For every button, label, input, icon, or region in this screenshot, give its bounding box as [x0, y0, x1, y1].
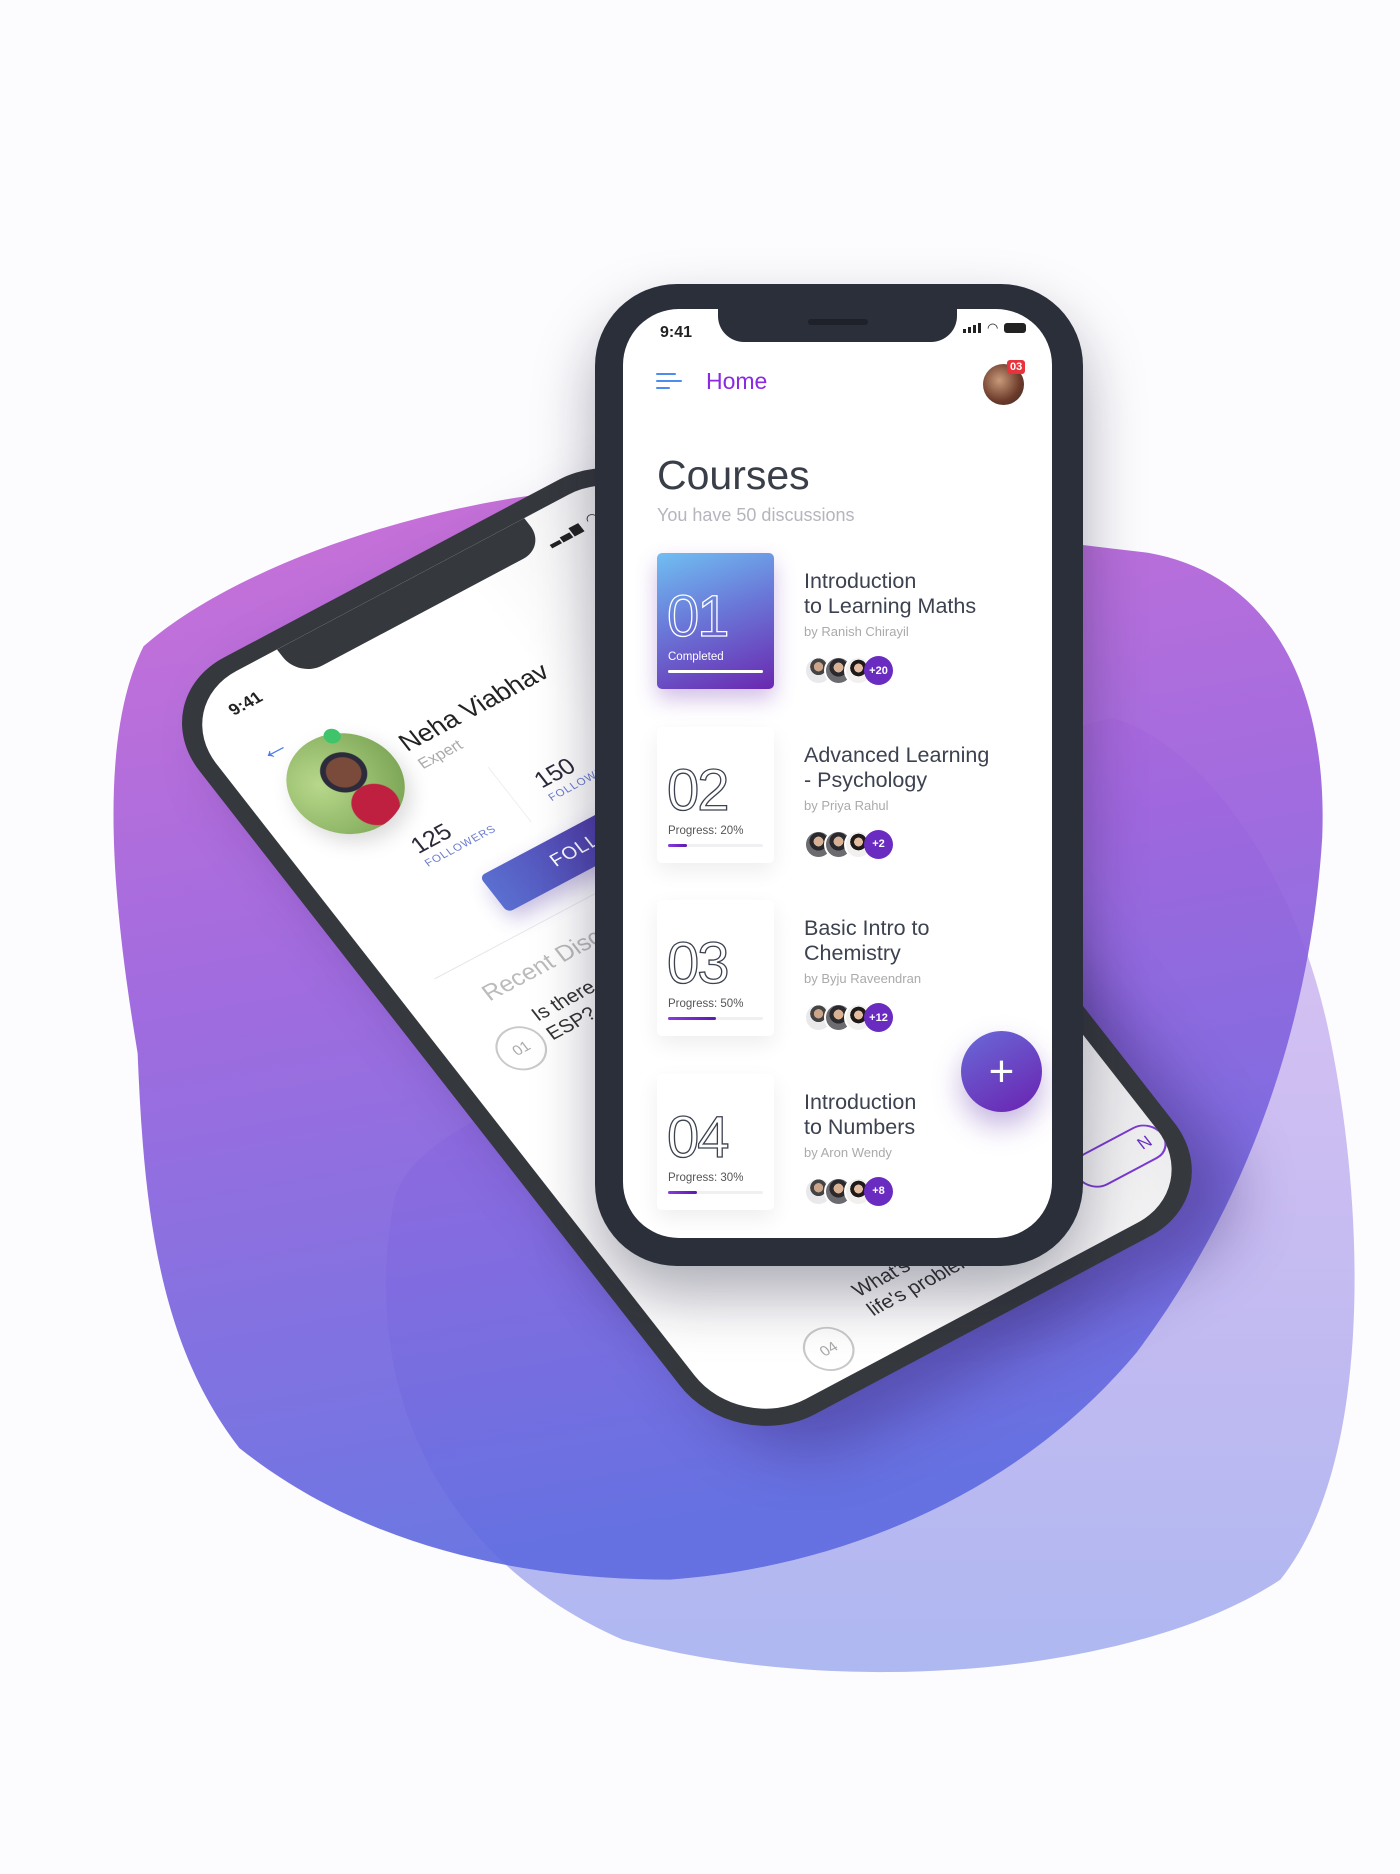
participant-count: +12: [864, 1003, 893, 1032]
status-time: 9:41: [660, 324, 693, 341]
course-number: 04: [666, 1104, 730, 1170]
courses-screen: 9:41 ◠ Home 03 Courses You have 50 discu…: [623, 309, 1052, 1238]
participant-count: +20: [864, 656, 893, 685]
course-card[interactable]: 03 Progress: 50%: [657, 900, 774, 1036]
course-status: Progress: 20%: [668, 824, 744, 837]
participant-count: +8: [864, 1176, 893, 1206]
status-icons: ◠: [963, 320, 1027, 335]
course-author: by Priya Rahul: [804, 797, 889, 813]
course-title-line: Chemistry: [804, 941, 901, 965]
followers-stat[interactable]: 125 FOLLOWERS: [405, 801, 499, 869]
front-phone-courses-screen: 9:41 ◠ Home 03 Courses You have 50 discu…: [595, 284, 1083, 1266]
course-card[interactable]: 01 Completed: [657, 553, 774, 689]
course-card[interactable]: 02 Progress: 20%: [657, 726, 774, 863]
status-time: 9:41: [224, 688, 267, 719]
course-title[interactable]: Advanced Learning - Psychology: [804, 743, 1044, 793]
course-title-line: Introduction: [804, 569, 917, 593]
progress-fill: [668, 1017, 716, 1020]
progress-bar: [668, 843, 763, 847]
course-number: 01: [666, 583, 730, 649]
course-title[interactable]: Introduction to Learning Maths: [804, 569, 1044, 619]
progress-bar: [668, 1017, 763, 1020]
notification-badge: 03: [1007, 360, 1026, 374]
course-status: Progress: 50%: [668, 998, 744, 1010]
participants-row[interactable]: +12: [804, 1003, 893, 1032]
progress-bar: [668, 1190, 763, 1194]
course-title[interactable]: Basic Intro to Chemistry: [804, 916, 1044, 966]
course-card[interactable]: 04 Progress: 30%: [657, 1073, 774, 1210]
progress-fill: [668, 843, 687, 847]
participant-count: +2: [864, 829, 893, 859]
progress-bar: [668, 670, 763, 673]
course-status: Completed: [668, 651, 724, 663]
wifi-icon: ◠: [987, 320, 999, 335]
progress-fill: [668, 1190, 697, 1194]
course-title-line: - Psychology: [804, 767, 928, 792]
course-number: 02: [666, 757, 730, 823]
nav-title: Home: [706, 368, 768, 394]
battery-icon: [1004, 323, 1027, 333]
stat-divider: [487, 766, 532, 823]
course-author: by Aron Wendy: [804, 1144, 892, 1160]
course-status: Progress: 30%: [668, 1171, 744, 1184]
course-title-line: Basic Intro to: [804, 916, 930, 940]
page-subtitle: You have 50 discussions: [657, 505, 855, 525]
participants-row[interactable]: +2: [804, 829, 893, 859]
course-title-line: to Learning Maths: [804, 594, 977, 618]
page-title: Courses: [657, 452, 810, 498]
course-author: by Byju Raveendran: [804, 971, 922, 986]
plus-icon: +: [988, 1046, 1015, 1096]
speaker: [808, 319, 868, 325]
add-button[interactable]: +: [961, 1031, 1042, 1112]
course-title-line: to Numbers: [804, 1114, 916, 1139]
course-number: 03: [666, 930, 730, 996]
participants-row[interactable]: +20: [804, 656, 893, 685]
notch: [718, 309, 957, 342]
signal-icon: [963, 323, 981, 333]
progress-fill: [668, 670, 763, 673]
discussion-number: 04: [792, 1318, 865, 1380]
course-author: by Ranish Chirayil: [804, 624, 909, 639]
hamburger-icon[interactable]: [656, 373, 682, 394]
profile-name: Neha Viabhav: [392, 656, 555, 757]
participants-row[interactable]: +8: [804, 1176, 893, 1206]
course-title-line: Advanced Learning: [804, 742, 990, 767]
